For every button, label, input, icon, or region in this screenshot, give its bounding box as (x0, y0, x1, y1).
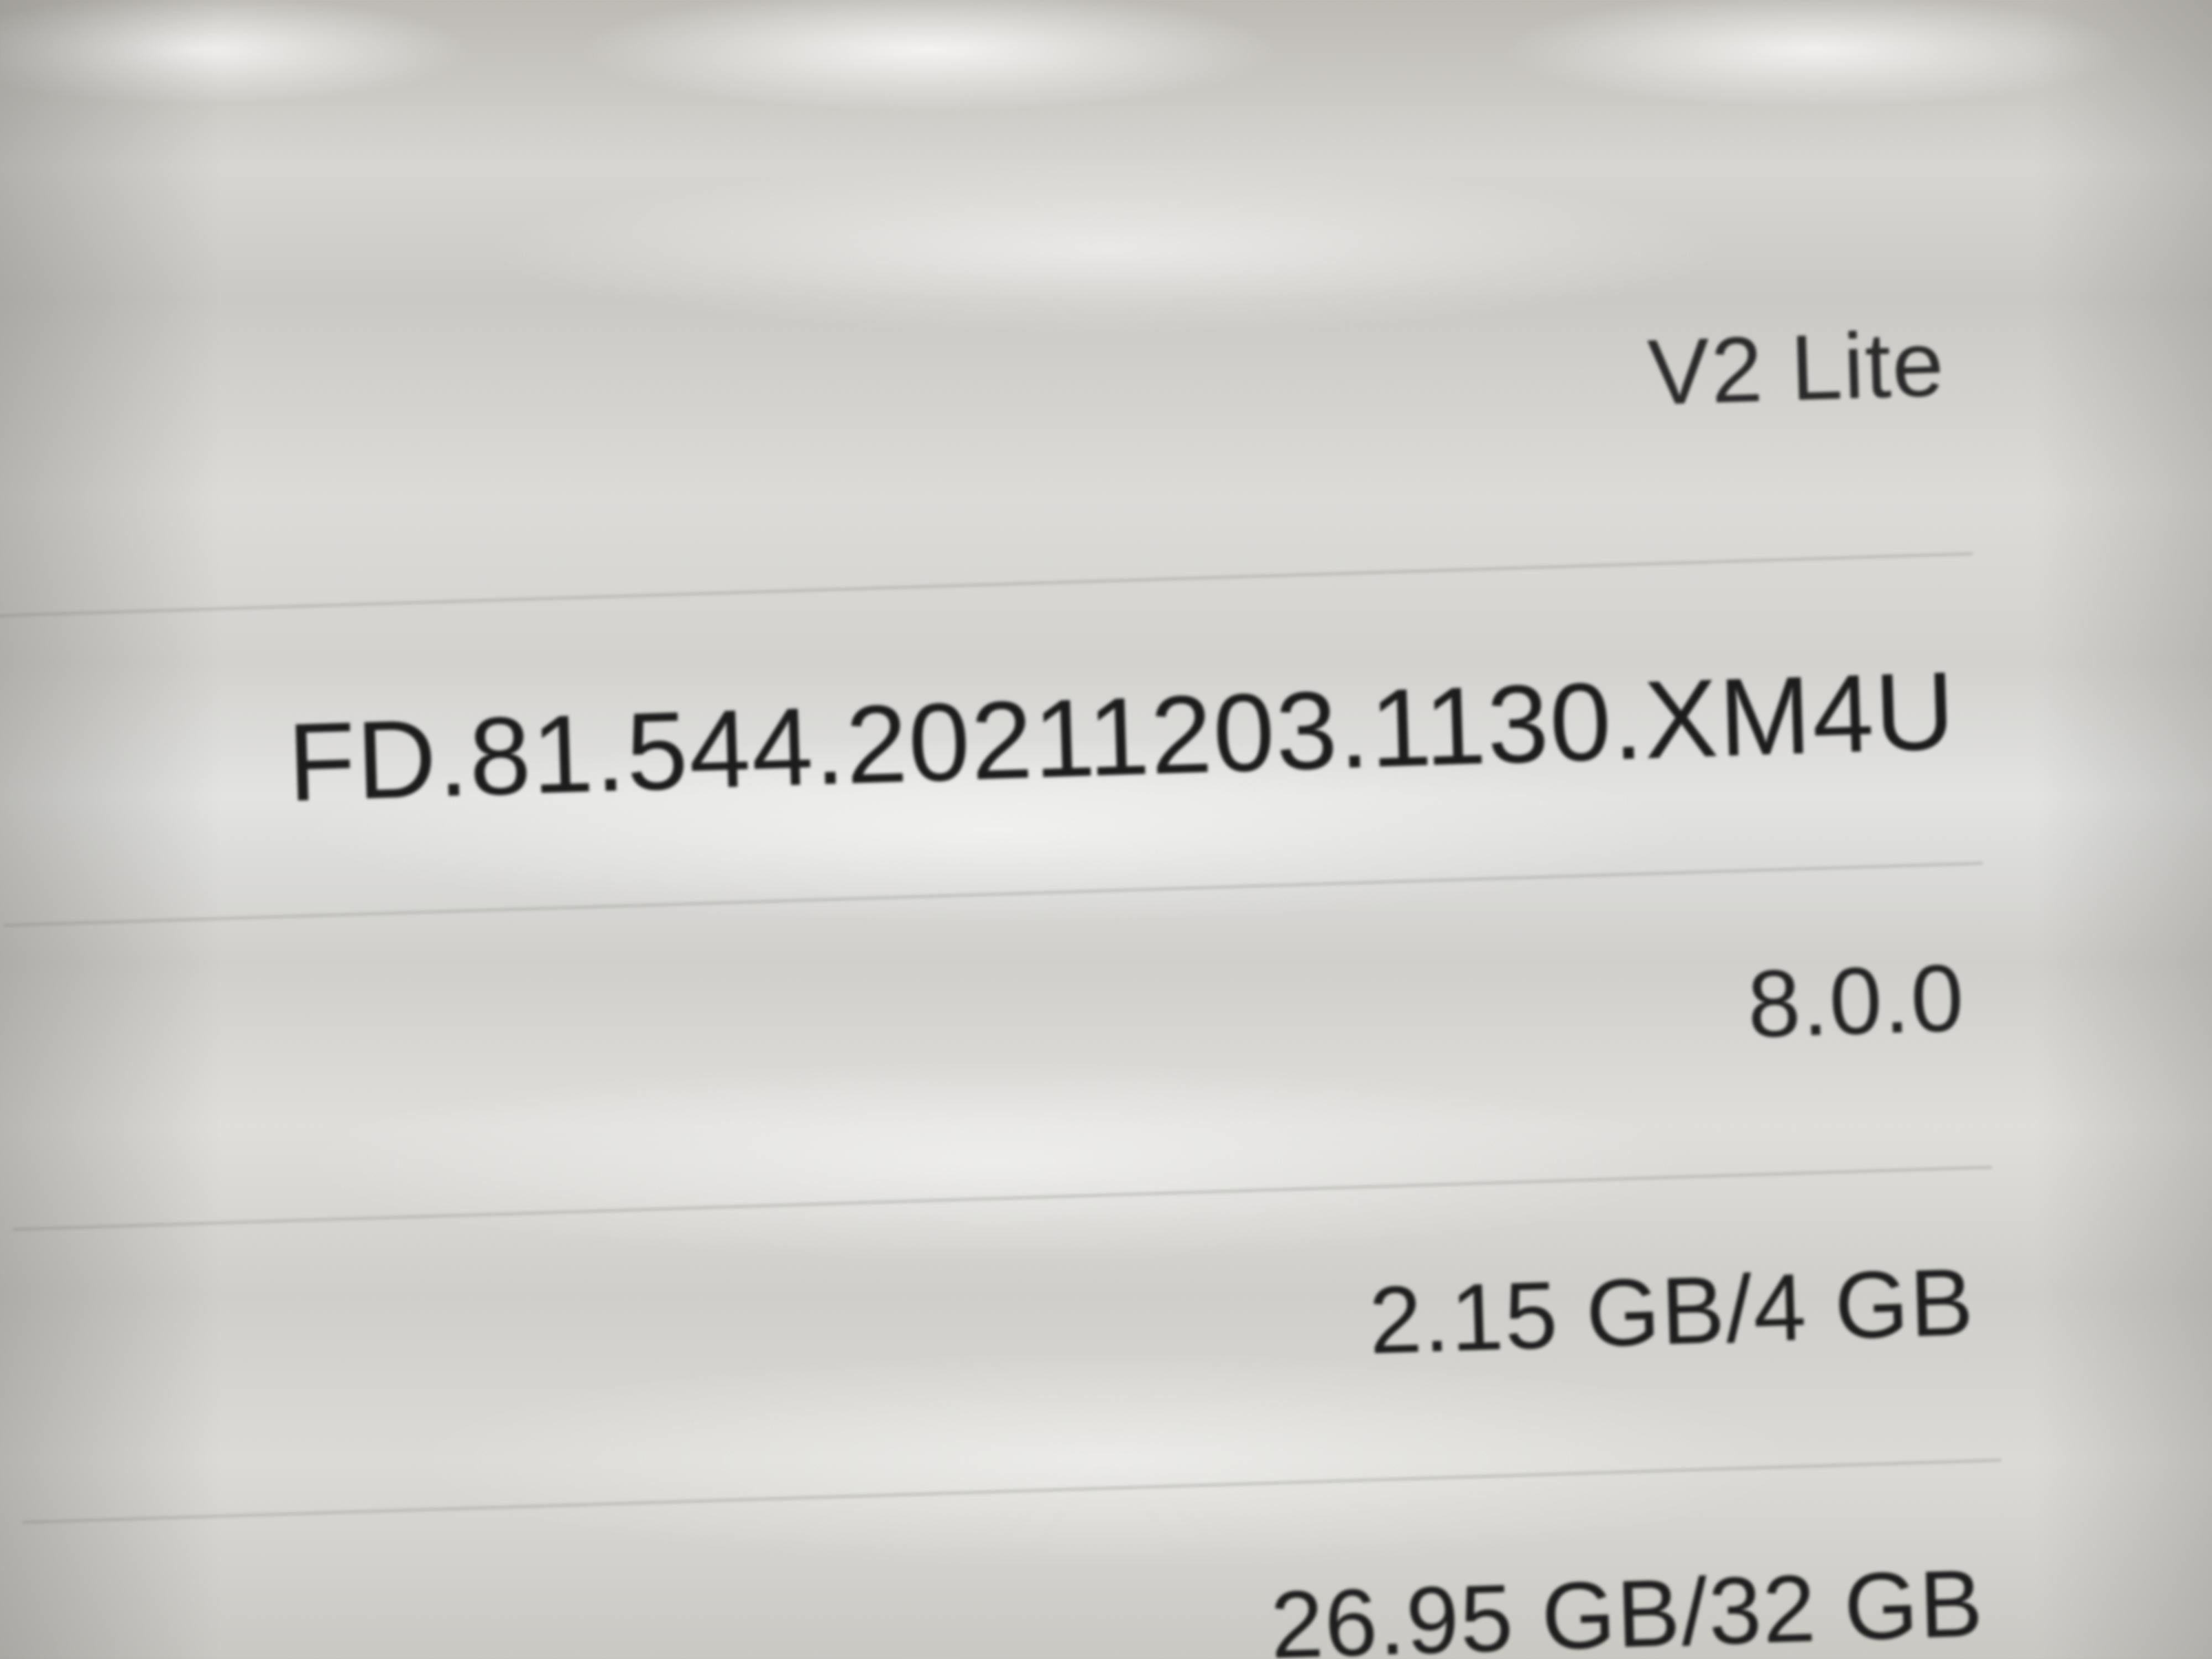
build-number-value[interactable]: FD.81.544.20211203.1130.XM4U (286, 647, 1958, 827)
device-info-screen: V2 Lite FD.81.544.20211203.1130.XM4U 8.0… (0, 0, 2007, 1659)
row-divider (3, 862, 1983, 927)
storage-value: 26.95 GB/32 GB (1269, 1550, 1986, 1659)
row-divider (22, 1459, 2002, 1524)
android-version-value: 8.0.0 (1746, 945, 1966, 1058)
model-value: V2 Lite (1646, 311, 1947, 425)
row-divider (0, 552, 1973, 617)
ram-value: 2.15 GB/4 GB (1367, 1248, 1976, 1374)
row-divider (13, 1166, 1992, 1231)
